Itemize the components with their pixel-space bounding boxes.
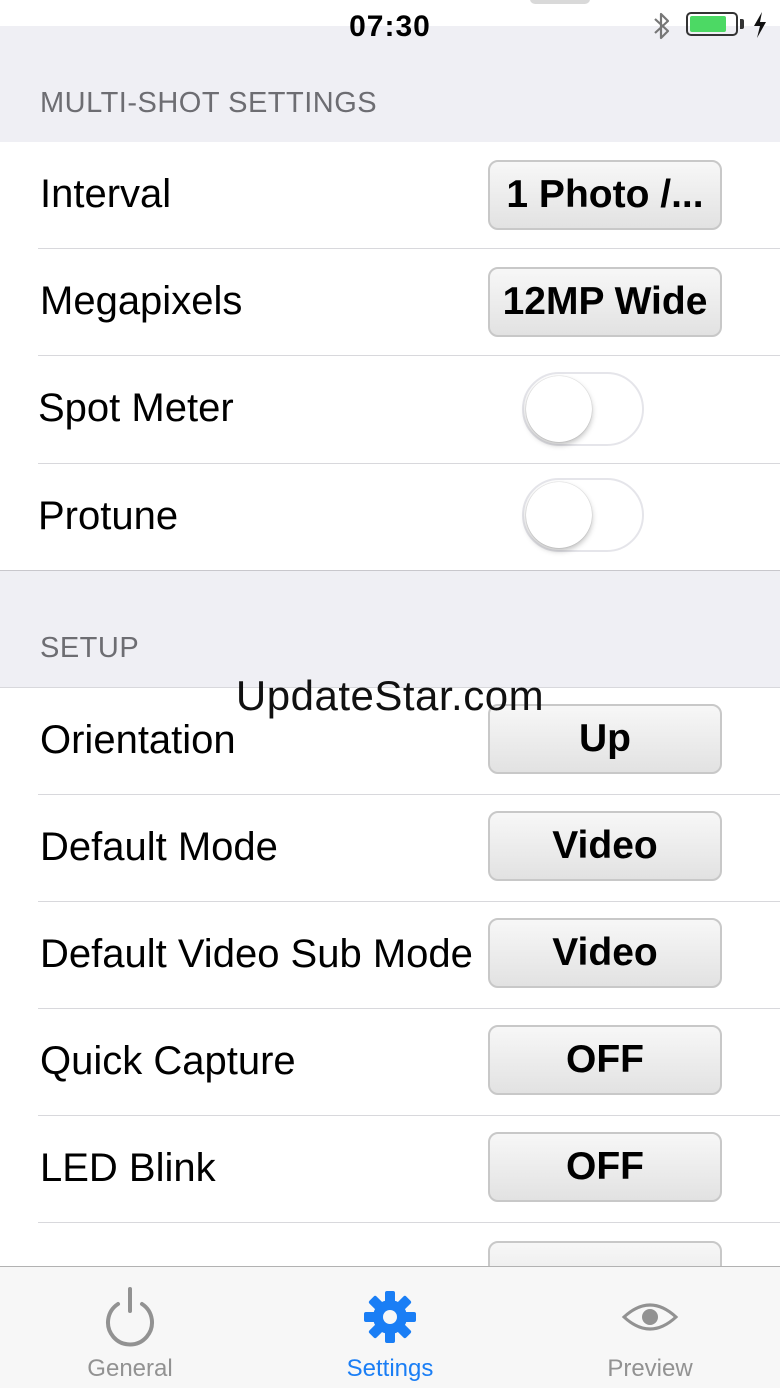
section-title: MULTI-SHOT SETTINGS xyxy=(40,87,378,119)
setting-row-interval: Interval 1 Photo /... xyxy=(0,142,780,249)
section-header-setup: SETUP xyxy=(0,571,780,688)
tab-label: General xyxy=(87,1355,173,1382)
section-title: SETUP xyxy=(40,632,140,664)
setting-label: LED Blink xyxy=(40,1146,216,1190)
setting-label: Orientation xyxy=(40,718,236,762)
setting-label: Interval xyxy=(40,172,172,216)
toggle-knob xyxy=(526,482,592,548)
battery-icon xyxy=(686,12,738,36)
setting-label: Megapixels xyxy=(40,279,243,323)
tab-bar: General Settings Preview xyxy=(0,1266,780,1388)
toggle-knob xyxy=(526,376,592,442)
setting-row-default-video-sub-mode: Default Video Sub Mode Video xyxy=(0,902,780,1009)
quick-capture-button[interactable]: OFF xyxy=(488,1025,722,1095)
led-blink-button[interactable]: OFF xyxy=(488,1132,722,1202)
status-bar: 07:30 xyxy=(0,0,780,43)
megapixels-button[interactable]: 12MP Wide xyxy=(488,267,722,337)
setting-label: Default Video Sub Mode xyxy=(40,932,473,976)
setting-label: Quick Capture xyxy=(40,1039,296,1083)
setting-row-default-mode: Default Mode Video xyxy=(0,795,780,902)
tab-label: Preview xyxy=(607,1355,693,1382)
gear-icon xyxy=(364,1291,416,1343)
multi-shot-settings-group: Interval 1 Photo /... Megapixels 12MP Wi… xyxy=(0,142,780,570)
setup-settings-group: Orientation Up Default Mode Video Defaul… xyxy=(0,688,780,1266)
setting-row-quick-capture: Quick Capture OFF xyxy=(0,1009,780,1116)
default-mode-button[interactable]: Video xyxy=(488,811,722,881)
bluetooth-icon xyxy=(654,12,670,40)
setting-row-megapixels: Megapixels 12MP Wide xyxy=(0,249,780,356)
setting-row-protune: Protune xyxy=(0,464,780,570)
setting-row-partial xyxy=(0,1223,780,1266)
setting-label: Spot Meter xyxy=(38,386,234,430)
tab-general[interactable]: General xyxy=(0,1267,260,1388)
protune-toggle[interactable] xyxy=(522,478,644,552)
control-center-handle[interactable] xyxy=(530,0,590,4)
interval-button[interactable]: 1 Photo /... xyxy=(488,160,722,230)
spot-meter-toggle[interactable] xyxy=(522,372,644,446)
setting-row-led-blink: LED Blink OFF xyxy=(0,1116,780,1223)
tab-label: Settings xyxy=(346,1355,434,1382)
setting-label: Protune xyxy=(38,494,179,538)
eye-icon xyxy=(621,1303,679,1331)
charging-bolt-icon xyxy=(754,12,766,38)
tab-preview[interactable]: Preview xyxy=(520,1267,780,1388)
watermark: UpdateStar.com xyxy=(235,672,545,719)
power-icon xyxy=(106,1287,154,1347)
setting-row-spot-meter: Spot Meter xyxy=(0,356,780,464)
setting-label: Default Mode xyxy=(40,825,278,869)
tab-settings[interactable]: Settings xyxy=(260,1267,520,1388)
default-video-sub-mode-button[interactable]: Video xyxy=(488,918,722,988)
partial-value-button[interactable] xyxy=(488,1241,722,1266)
